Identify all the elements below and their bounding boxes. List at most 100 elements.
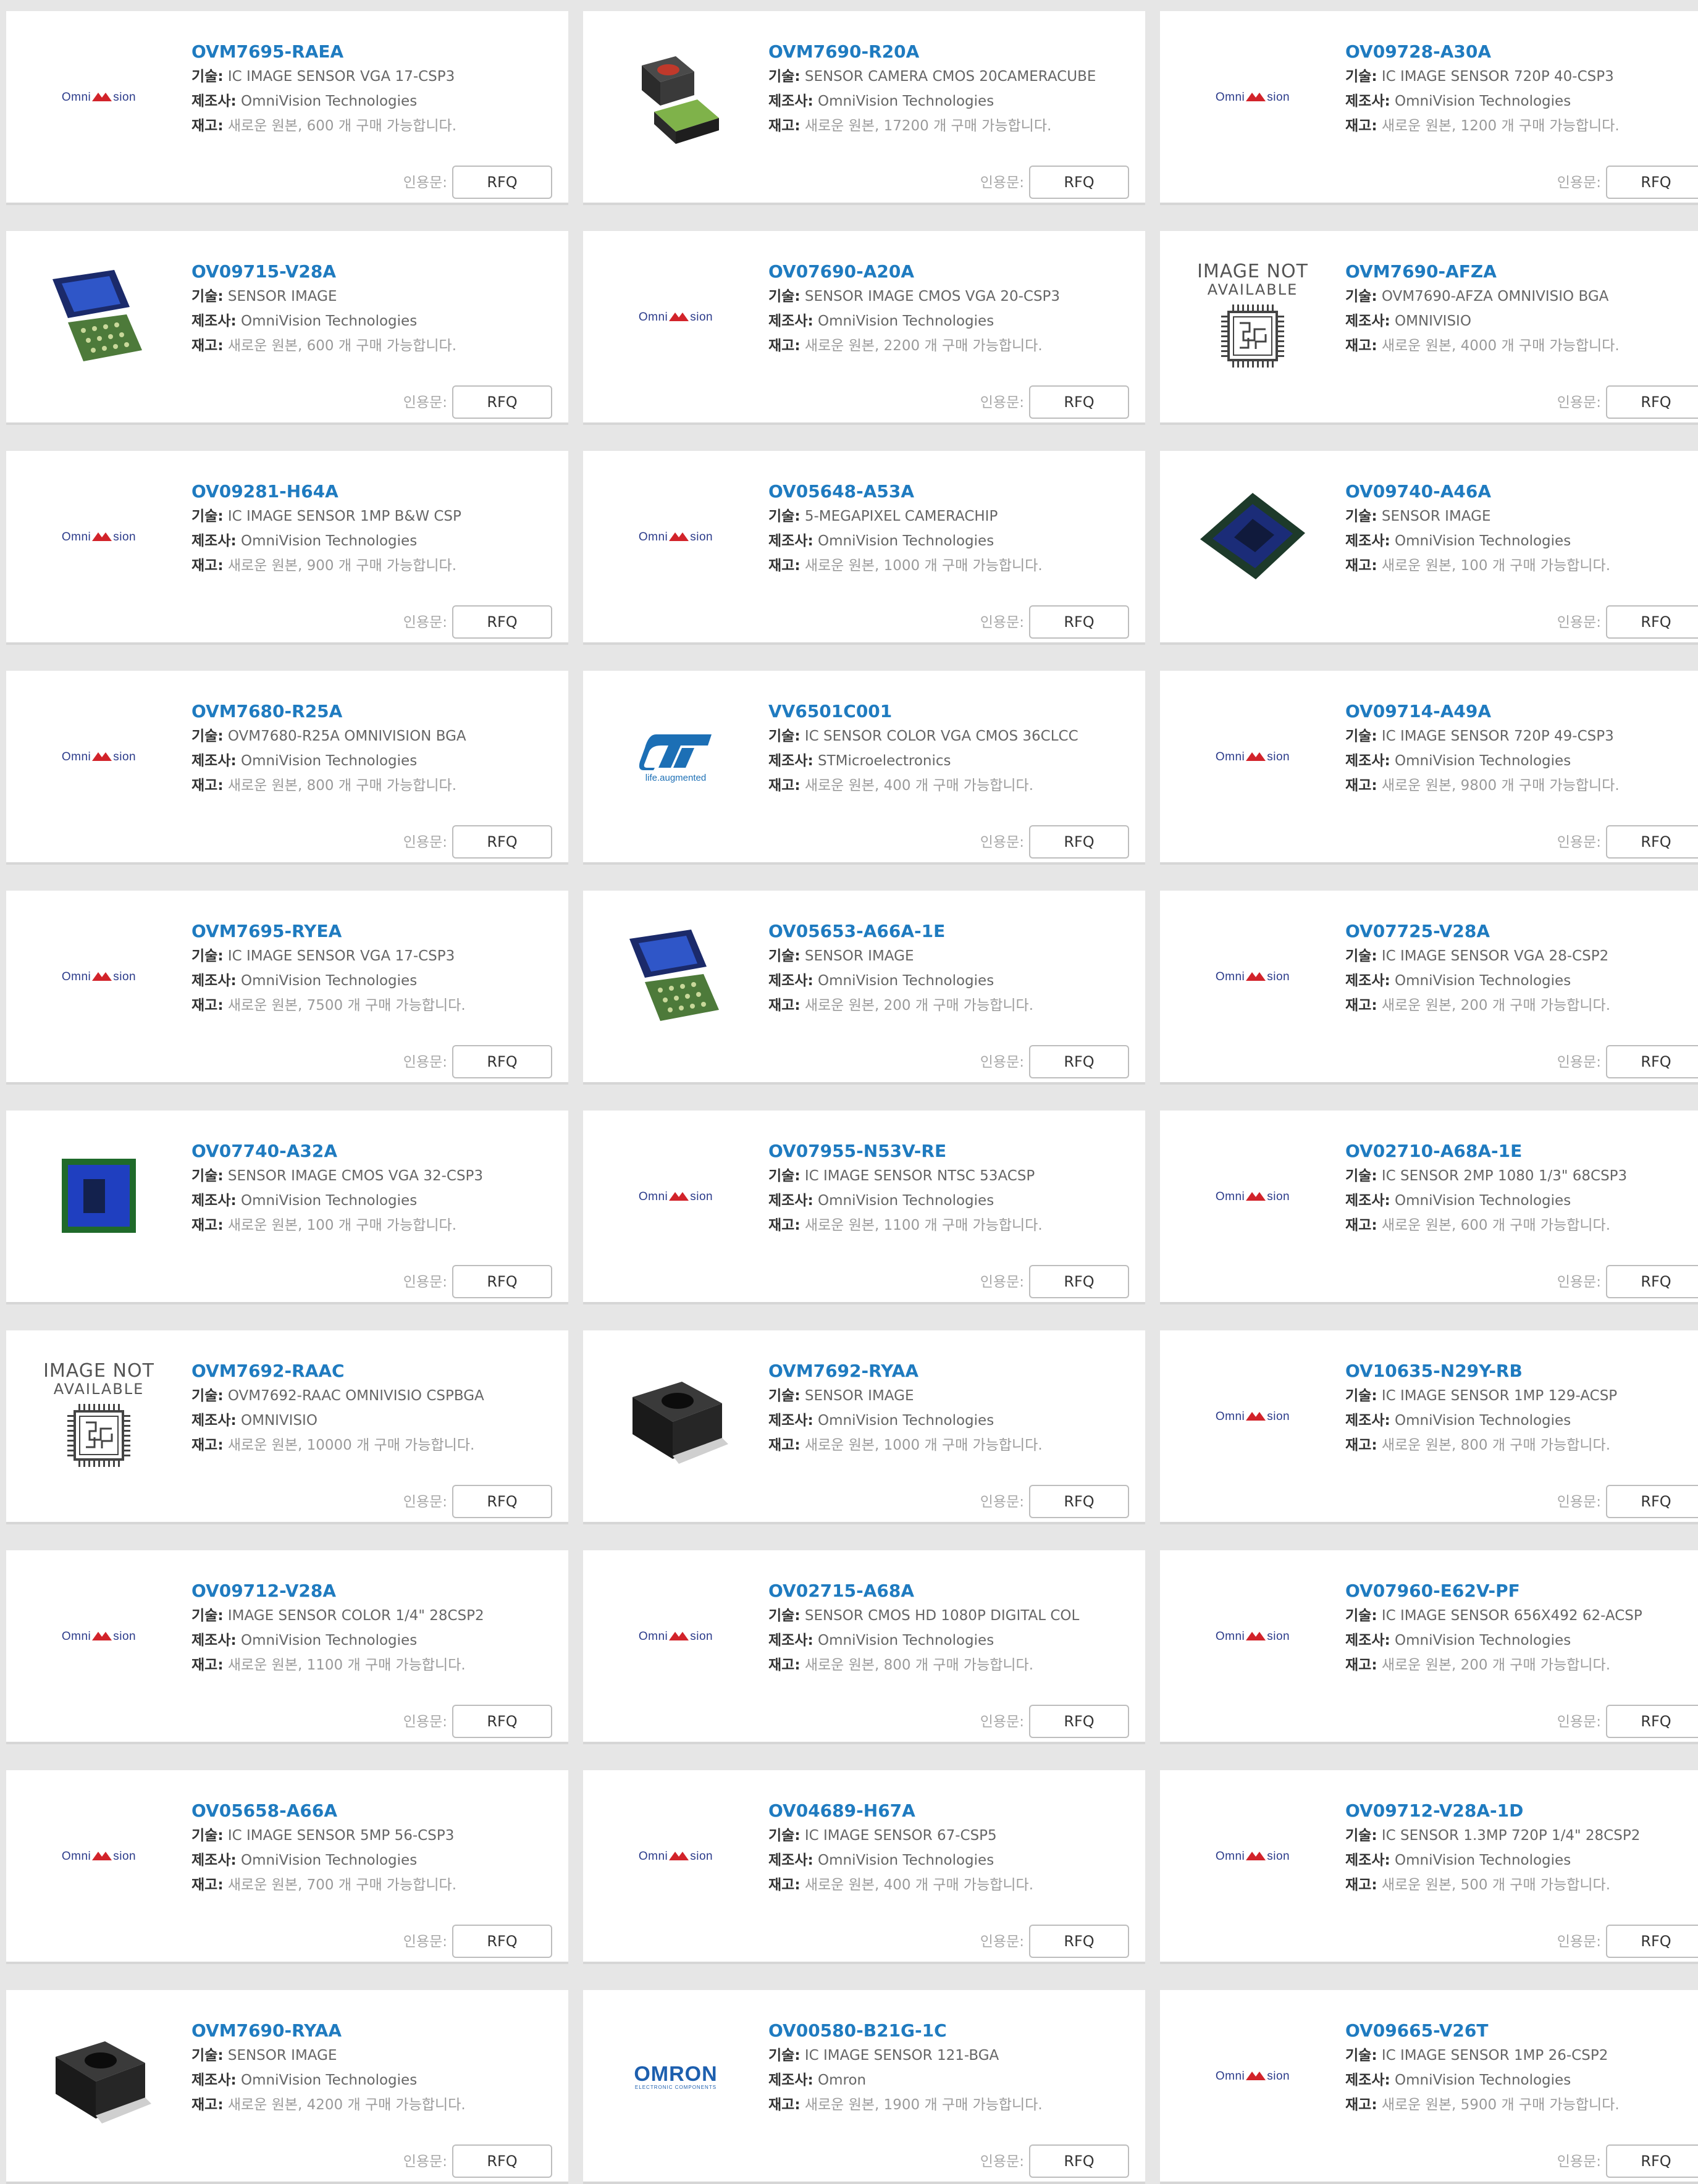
tech-label: 기술: — [191, 1388, 224, 1404]
rfq-button[interactable]: RFQ — [452, 1045, 552, 1078]
product-thumbnail[interactable]: Omni sion — [614, 1795, 738, 1918]
product-thumbnail[interactable]: Omni sion — [1191, 915, 1314, 1039]
part-number-link[interactable]: OVM7692-RYAA — [768, 1359, 1139, 1384]
part-number-link[interactable]: OV09281-H64A — [191, 479, 562, 504]
part-number-link[interactable]: OV10635-N29Y-RB — [1345, 1359, 1698, 1384]
rfq-button[interactable]: RFQ — [1606, 1925, 1698, 1958]
rfq-button[interactable]: RFQ — [1606, 1045, 1698, 1078]
rfq-button[interactable]: RFQ — [1029, 605, 1129, 639]
product-thumbnail[interactable]: IMAGE NOT AVAILABLE — [1191, 256, 1314, 379]
part-number-link[interactable]: OVM7695-RAEA — [191, 40, 562, 64]
rfq-button[interactable]: RFQ — [452, 2144, 552, 2178]
product-thumbnail[interactable] — [37, 2015, 161, 2138]
product-thumbnail[interactable]: Omni sion — [614, 476, 738, 599]
part-number-link[interactable]: OVM7695-RYEA — [191, 919, 562, 944]
part-number-link[interactable]: OV05648-A53A — [768, 479, 1139, 504]
rfq-button[interactable]: RFQ — [452, 166, 552, 199]
product-thumbnail[interactable]: Omni sion — [37, 476, 161, 599]
rfq-button[interactable]: RFQ — [1606, 605, 1698, 639]
rfq-button[interactable]: RFQ — [452, 1925, 552, 1958]
product-thumbnail[interactable]: IMAGE NOT AVAILABLE — [37, 1355, 161, 1479]
part-number-link[interactable]: OV07690-A20A — [768, 259, 1139, 284]
product-thumbnail[interactable]: Omni sion — [37, 1575, 161, 1699]
part-number-link[interactable]: OVM7690-AFZA — [1345, 259, 1698, 284]
product-thumbnail[interactable] — [614, 36, 738, 159]
rfq-button[interactable]: RFQ — [1029, 1705, 1129, 1738]
product-card: Omni sion OV09712-V28A-1D 기술: IC SENSOR 1.3… — [1160, 1770, 1698, 1964]
part-number-link[interactable]: OV00580-B21G-1C — [768, 2018, 1139, 2043]
product-thumbnail[interactable]: Omni sion — [1191, 1135, 1314, 1259]
product-thumbnail[interactable] — [37, 1135, 161, 1259]
rfq-button[interactable]: RFQ — [1606, 385, 1698, 419]
product-thumbnail[interactable]: Omni sion — [1191, 1575, 1314, 1699]
product-thumbnail[interactable]: Omni sion — [1191, 36, 1314, 159]
part-number-link[interactable]: OV05653-A66A-1E — [768, 919, 1139, 944]
product-thumbnail[interactable]: Omni sion — [1191, 1795, 1314, 1918]
tech-label: 기술: — [1345, 1388, 1377, 1404]
product-thumbnail[interactable]: Omni sion — [614, 256, 738, 379]
rfq-button[interactable]: RFQ — [1606, 166, 1698, 199]
part-number-link[interactable]: OV07725-V28A — [1345, 919, 1698, 944]
product-thumbnail[interactable]: Omni sion — [37, 1795, 161, 1918]
product-thumbnail[interactable]: Omni sion — [614, 1135, 738, 1259]
product-thumbnail[interactable]: Omni sion — [1191, 1355, 1314, 1479]
part-number-link[interactable]: OVM7692-RAAC — [191, 1359, 562, 1384]
product-thumbnail[interactable] — [37, 256, 161, 379]
rfq-button[interactable]: RFQ — [1606, 1485, 1698, 1518]
rfq-button[interactable]: RFQ — [452, 1265, 552, 1298]
product-thumbnail[interactable] — [614, 1355, 738, 1479]
part-number-link[interactable]: OV09665-V26T — [1345, 2018, 1698, 2043]
rfq-button[interactable]: RFQ — [452, 825, 552, 859]
part-number-link[interactable]: OV07960-E62V-PF — [1345, 1579, 1698, 1603]
product-thumbnail[interactable]: Omni sion — [37, 36, 161, 159]
rfq-button[interactable]: RFQ — [1029, 1925, 1129, 1958]
rfq-button[interactable]: RFQ — [1029, 166, 1129, 199]
product-thumbnail[interactable] — [1191, 476, 1314, 599]
part-number-link[interactable]: OVM7690-R20A — [768, 40, 1139, 64]
maker-value: OmniVision Technologies — [241, 753, 418, 769]
tech-value: SENSOR IMAGE CMOS VGA 32-CSP3 — [227, 1168, 484, 1184]
image-not-available-placeholder: IMAGE NOT AVAILABLE — [1197, 262, 1308, 372]
rfq-button[interactable]: RFQ — [1029, 1485, 1129, 1518]
part-number-link[interactable]: OV09714-A49A — [1345, 699, 1698, 724]
rfq-button[interactable]: RFQ — [1029, 1045, 1129, 1078]
part-number-link[interactable]: OV02710-A68A-1E — [1345, 1139, 1698, 1164]
stock-quantity: 10000 — [306, 1437, 352, 1453]
rfq-button[interactable]: RFQ — [452, 385, 552, 419]
product-thumbnail[interactable] — [614, 915, 738, 1039]
rfq-button[interactable]: RFQ — [1029, 1265, 1129, 1298]
rfq-button[interactable]: RFQ — [1606, 2144, 1698, 2178]
product-thumbnail[interactable]: life.augmented — [614, 695, 738, 819]
product-thumbnail[interactable]: OMRON ELECTRONIC COMPONENTS — [614, 2015, 738, 2138]
part-number-link[interactable]: OVM7680-R25A — [191, 699, 562, 724]
rfq-button[interactable]: RFQ — [452, 1485, 552, 1518]
part-number-link[interactable]: OV09728-A30A — [1345, 40, 1698, 64]
part-number-link[interactable]: OV07955-N53V-RE — [768, 1139, 1139, 1164]
maker-row: 제조사: STMicroelectronics — [768, 749, 1139, 773]
rfq-button[interactable]: RFQ — [452, 1705, 552, 1738]
rfq-button[interactable]: RFQ — [1606, 1265, 1698, 1298]
st-tagline: life.augmented — [645, 772, 707, 783]
rfq-button[interactable]: RFQ — [1029, 2144, 1129, 2178]
part-number-link[interactable]: OV09740-A46A — [1345, 479, 1698, 504]
product-thumbnail[interactable]: Omni sion — [37, 695, 161, 819]
rfq-button[interactable]: RFQ — [1606, 825, 1698, 859]
product-thumbnail[interactable]: Omni sion — [1191, 2015, 1314, 2138]
product-thumbnail[interactable]: Omni sion — [1191, 695, 1314, 819]
part-number-link[interactable]: OV07740-A32A — [191, 1139, 562, 1164]
part-number-link[interactable]: OV04689-H67A — [768, 1799, 1139, 1823]
part-number-link[interactable]: OV02715-A68A — [768, 1579, 1139, 1603]
tech-label: 기술: — [1345, 1168, 1377, 1184]
part-number-link[interactable]: OV05658-A66A — [191, 1799, 562, 1823]
rfq-button[interactable]: RFQ — [452, 605, 552, 639]
part-number-link[interactable]: OV09712-V28A — [191, 1579, 562, 1603]
part-number-link[interactable]: OV09712-V28A-1D — [1345, 1799, 1698, 1823]
part-number-link[interactable]: OV09715-V28A — [191, 259, 562, 284]
part-number-link[interactable]: VV6501C001 — [768, 699, 1139, 724]
rfq-button[interactable]: RFQ — [1029, 825, 1129, 859]
part-number-link[interactable]: OVM7690-RYAA — [191, 2018, 562, 2043]
rfq-button[interactable]: RFQ — [1029, 385, 1129, 419]
product-thumbnail[interactable]: Omni sion — [614, 1575, 738, 1699]
product-thumbnail[interactable]: Omni sion — [37, 915, 161, 1039]
rfq-button[interactable]: RFQ — [1606, 1705, 1698, 1738]
